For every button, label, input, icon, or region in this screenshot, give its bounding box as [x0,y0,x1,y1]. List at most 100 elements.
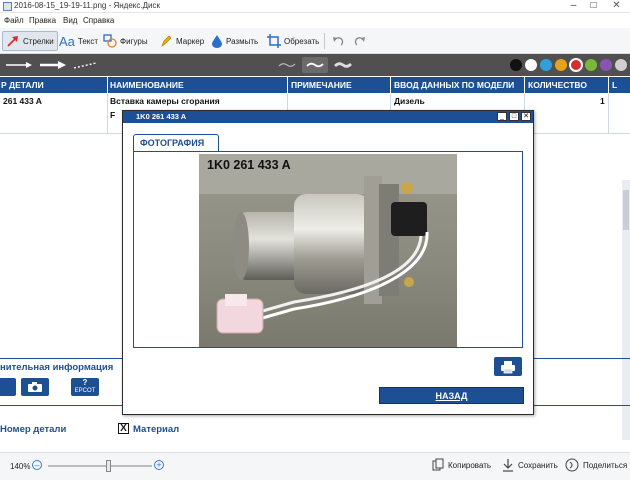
copy-label: Копировать [448,460,492,470]
camera-icon [28,382,42,392]
scrollbar-thumb[interactable] [623,190,629,230]
marker-icon [161,35,172,48]
question-icon: ? [82,378,88,387]
window-title: 2016-08-15_19-19-11.png - Яндекс.Диск [14,1,160,10]
undo-icon[interactable] [332,35,344,47]
col-quantity: КОЛИЧЕСТВО [528,80,587,90]
color-swatch-green[interactable] [585,59,597,71]
tool-marker-label: Маркер [176,36,205,46]
photo-dialog: 1K0 261 433 A _ □ ✕ ФОТОГРАФИЯ 1K0 261 4… [122,110,534,415]
menu-edit[interactable]: Правка [29,16,56,25]
crop-icon [267,34,281,48]
color-swatch-black[interactable] [510,59,522,71]
tool-blur-label: Размыть [226,36,259,46]
tool-text[interactable]: Aa Текст [56,31,101,51]
arrow-style-1[interactable] [4,57,34,73]
col-divider [524,77,525,93]
back-button[interactable]: НАЗАД [379,387,524,404]
additional-info-heading: нительная информация [0,362,114,373]
title-bar: 2016-08-15_19-19-11.png - Яндекс.Диск – … [0,0,630,13]
cell-name-extra: F [110,110,116,120]
tool-shapes-label: Фигуры [120,36,148,46]
tool-marker[interactable]: Маркер [156,31,207,51]
epc-label: EPCOT [74,388,96,394]
col-l: L [612,80,618,90]
tool-crop[interactable]: Обрезать [264,31,322,51]
menu-help[interactable]: Справка [83,16,114,25]
curve-icon [334,62,352,68]
col-name: НАИМЕНОВАНИЕ [110,80,184,90]
menu-file[interactable]: Файл [4,16,24,25]
col-divider [107,77,108,93]
tool-text-label: Текст [77,36,99,46]
copy-action[interactable]: Копировать [432,458,491,472]
line-style-1[interactable] [274,57,300,73]
dialog-minimize-button[interactable]: _ [497,112,507,121]
arrow-style-3[interactable] [72,57,102,73]
redo-icon[interactable] [354,35,366,47]
row-divider [107,94,108,134]
status-bar: 140% – + Копировать Сохранить Поделиться [0,452,630,480]
col-divider [390,77,391,93]
share-action[interactable]: Поделиться [565,458,627,472]
vertical-scrollbar[interactable] [622,180,630,440]
dialog-title-bar: 1K0 261 433 A _ □ ✕ [123,111,533,123]
toolbar-divider [324,33,325,49]
print-button[interactable] [494,357,522,376]
arrow-icon [7,36,18,47]
col-divider [287,77,288,93]
curve-icon [278,63,296,67]
zoom-in-button[interactable]: + [154,460,164,470]
camera-button [21,378,49,396]
dialog-title: 1K0 261 433 A [136,112,187,121]
zoom-out-button[interactable]: – [32,460,42,470]
editor-toolbar: Стрелки Aa Текст Фигуры Маркер Размыть О… [0,28,630,54]
app-icon [3,2,12,11]
color-swatch-orange[interactable] [555,59,567,71]
tool-shapes[interactable]: Фигуры [100,31,151,51]
bg-button-partial [0,378,16,396]
curve-icon [306,62,324,68]
menu-view[interactable]: Вид [63,16,77,25]
color-swatch-blue[interactable] [540,59,552,71]
back-button-label: НАЗАД [435,390,468,401]
save-action[interactable]: Сохранить [502,458,558,472]
tab-photo[interactable]: ФОТОГРАФИЯ [133,134,219,151]
zoom-slider[interactable] [48,460,152,472]
save-label: Сохранить [518,460,558,470]
share-label: Поделиться [583,460,628,470]
parts-table-header: Р ДЕТАЛИ НАИМЕНОВАНИЕ ПРИМЕЧАНИЕ ВВОД ДА… [0,77,630,93]
cell-name: Вставка камеры сгорания [110,96,220,106]
col-divider [608,77,609,93]
maximize-button[interactable]: □ [584,0,603,12]
line-style-3[interactable] [330,57,356,73]
tool-crop-label: Обрезать [284,36,320,46]
blur-drop-icon [212,35,222,48]
zoom-slider-knob[interactable] [106,460,111,472]
color-swatch-red-selected[interactable] [569,58,583,72]
epc-help-button: ? EPCOT [71,378,99,396]
tab-photo-label: ФОТОГРАФИЯ [140,138,205,148]
dialog-close-button[interactable]: ✕ [521,112,531,121]
color-swatch-purple[interactable] [600,59,612,71]
material-label: Материал [133,424,180,435]
color-swatch-gray[interactable] [615,59,627,71]
tool-blur[interactable]: Размыть [208,31,261,51]
tool-arrows[interactable]: Стрелки [2,31,58,51]
combustion-chamber-insert-image [199,154,457,347]
copy-icon [432,458,444,471]
menu-bar: Файл Правка Вид Справка [0,14,630,28]
photo-panel: 1K0 261 433 A [133,151,523,348]
cell-model: Дизель [394,96,425,106]
minimize-button[interactable]: – [564,0,583,12]
cell-quantity: 1 [600,96,605,106]
shapes-icon [103,34,117,48]
color-swatch-white[interactable] [525,59,537,71]
line-style-2[interactable] [302,57,328,73]
dialog-maximize-button[interactable]: □ [509,112,519,121]
close-button[interactable]: ✕ [603,0,630,12]
arrow-style-2[interactable] [38,57,68,73]
col-part-number: Р ДЕТАЛИ [1,80,44,90]
printer-icon [501,360,515,373]
col-model-input: ВВОД ДАННЫХ ПО МОДЕЛИ [394,80,515,90]
